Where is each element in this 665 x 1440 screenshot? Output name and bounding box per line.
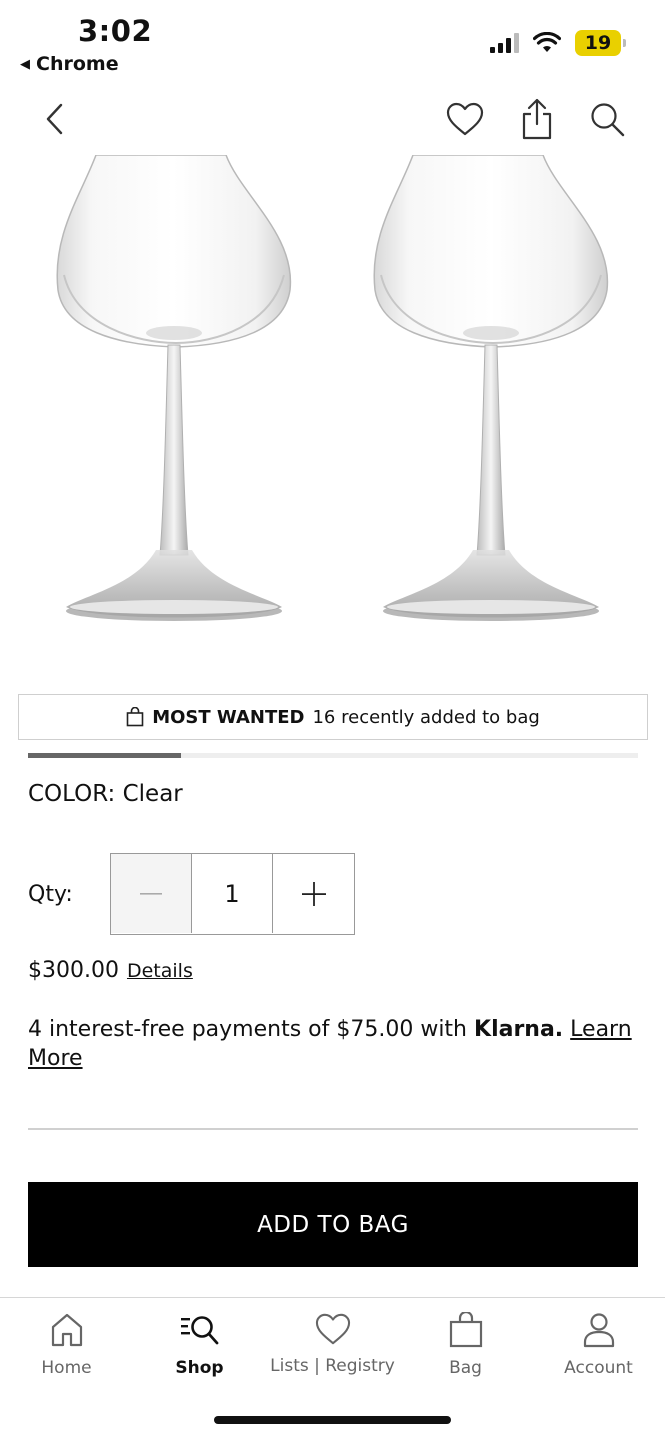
tab-account[interactable]: Account (532, 1312, 665, 1378)
tab-lists-registry[interactable]: Lists | Registry (266, 1312, 399, 1376)
search-button[interactable] (586, 98, 628, 140)
quantity-row: Qty: 1 (28, 853, 355, 935)
cellular-signal-icon (490, 33, 519, 53)
back-triangle-icon: ◀ (20, 56, 30, 72)
status-back-to-app[interactable]: ◀ Chrome (20, 53, 119, 75)
image-carousel-progress (28, 753, 638, 758)
home-icon (51, 1313, 82, 1347)
heart-icon (315, 1313, 350, 1345)
back-button[interactable] (34, 98, 76, 140)
status-bar: 3:02 ◀ Chrome 19 (0, 0, 665, 80)
battery-icon: 19 (575, 30, 626, 56)
klarna-learn: Learn (570, 1017, 632, 1042)
color-value: Clear (122, 781, 183, 807)
app-header (0, 90, 665, 150)
status-time: 3:02 (78, 14, 153, 48)
klarna-prefix: 4 interest-free payments of $75.00 with (28, 1017, 468, 1042)
favorite-button[interactable] (444, 98, 486, 140)
heart-icon (446, 102, 484, 136)
search-icon (591, 103, 625, 137)
most-wanted-banner: MOST WANTED 16 recently added to bag (18, 694, 648, 740)
account-icon (583, 1313, 614, 1348)
quantity-decrement-button[interactable] (111, 854, 192, 933)
minus-icon (140, 892, 162, 895)
share-icon (522, 98, 552, 140)
bag-icon (449, 1312, 482, 1348)
home-indicator (214, 1416, 451, 1424)
price-row: $300.00 Details (28, 958, 193, 983)
shop-search-icon (180, 1316, 218, 1345)
klarna-message: 4 interest-free payments of $75.00 with … (28, 1015, 638, 1073)
quantity-stepper: 1 (110, 853, 355, 935)
plus-icon (301, 881, 326, 906)
details-link[interactable]: Details (127, 960, 193, 982)
chevron-left-icon (46, 103, 63, 135)
tab-bag[interactable]: Bag (399, 1312, 532, 1378)
battery-level: 19 (584, 32, 612, 54)
share-button[interactable] (516, 98, 558, 140)
quantity-value[interactable]: 1 (192, 854, 273, 933)
tab-shop-label: Shop (175, 1358, 224, 1378)
product-image[interactable] (0, 154, 665, 655)
quantity-increment-button[interactable] (273, 854, 354, 933)
most-wanted-text: 16 recently added to bag (312, 706, 540, 728)
divider (28, 1128, 638, 1130)
price-amount: $300.00 (28, 958, 119, 983)
tab-shop[interactable]: Shop (133, 1312, 266, 1378)
tab-lists-registry-label: Lists | Registry (270, 1356, 395, 1376)
tab-home-label: Home (41, 1358, 92, 1378)
status-icons: 19 (490, 30, 626, 56)
bag-icon (126, 707, 144, 727)
tab-account-label: Account (564, 1358, 633, 1378)
color-label: COLOR: (28, 781, 116, 807)
quantity-label: Qty: (28, 881, 73, 907)
tab-bag-label: Bag (449, 1358, 482, 1378)
most-wanted-label: MOST WANTED (152, 706, 305, 728)
klarna-brand: Klarna. (474, 1017, 564, 1042)
tab-home[interactable]: Home (0, 1312, 133, 1378)
klarna-more: More (28, 1046, 83, 1071)
wine-glasses-image (56, 154, 609, 622)
add-to-bag-button[interactable]: ADD TO BAG (28, 1182, 638, 1267)
color-row: COLOR: Clear (28, 781, 183, 807)
wifi-icon (533, 32, 561, 52)
status-back-label: Chrome (36, 53, 119, 75)
carousel-progress-fill (28, 753, 181, 758)
